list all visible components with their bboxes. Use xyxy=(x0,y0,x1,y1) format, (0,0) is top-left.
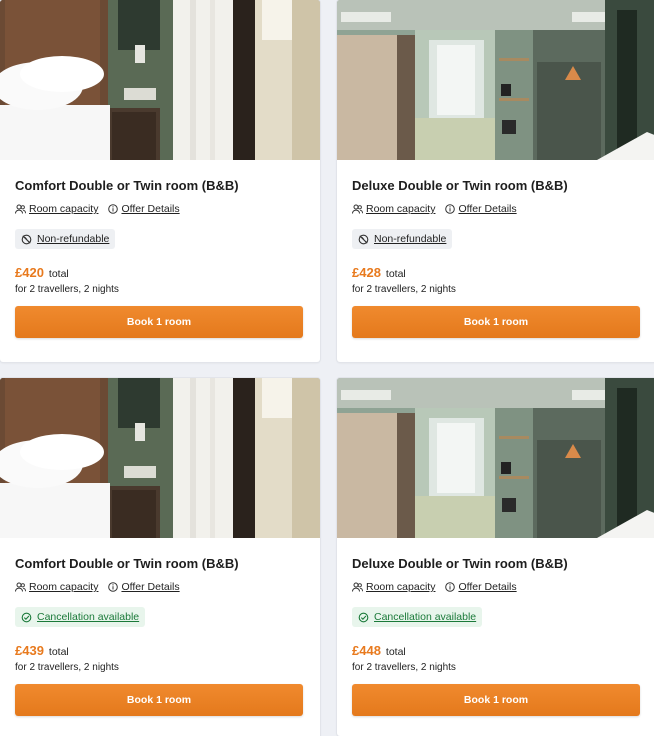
price-unit: total xyxy=(385,645,406,658)
no-refund-icon xyxy=(21,234,32,244)
info-icon xyxy=(108,204,119,214)
room-photo-deluxe[interactable] xyxy=(337,0,654,160)
room-offers-grid: Comfort Double or Twin room (B&B) Room c… xyxy=(0,0,654,736)
room-photo-comfort[interactable] xyxy=(0,378,320,538)
travellers-info: for 2 travellers, 2 nights xyxy=(15,283,119,295)
policy-label: Cancellation available xyxy=(37,611,140,623)
book-room-button[interactable]: Book 1 room xyxy=(352,305,640,338)
price: £420 xyxy=(15,264,44,280)
room-photo-comfort[interactable] xyxy=(0,0,320,160)
room-title: Comfort Double or Twin room (B&B) xyxy=(15,556,239,571)
room-capacity-link[interactable]: Room capacity xyxy=(15,581,98,593)
offer-details-label: Offer Details xyxy=(121,581,180,593)
room-photo-deluxe[interactable] xyxy=(337,378,654,538)
policy-label: Non-refundable xyxy=(374,233,447,245)
non-refundable-badge[interactable]: Non-refundable xyxy=(352,229,453,249)
no-refund-icon xyxy=(358,234,369,244)
cancellation-available-badge[interactable]: Cancellation available xyxy=(15,607,146,627)
offer-details-link[interactable]: Offer Details xyxy=(108,203,180,215)
price: £448 xyxy=(352,642,381,658)
book-room-button[interactable]: Book 1 room xyxy=(15,683,303,716)
travellers-info: for 2 travellers, 2 nights xyxy=(15,661,119,673)
room-capacity-link[interactable]: Room capacity xyxy=(15,203,98,215)
offer-details-label: Offer Details xyxy=(458,203,517,215)
travellers-info: for 2 travellers, 2 nights xyxy=(352,661,456,673)
info-icon xyxy=(445,582,456,592)
room-capacity-label: Room capacity xyxy=(366,581,436,593)
room-capacity-link[interactable]: Room capacity xyxy=(352,581,435,593)
room-offer-card: Deluxe Double or Twin room (B&B) Room ca… xyxy=(337,378,654,736)
people-icon xyxy=(352,582,363,592)
room-title: Deluxe Double or Twin room (B&B) xyxy=(352,556,568,571)
offer-details-link[interactable]: Offer Details xyxy=(445,581,517,593)
people-icon xyxy=(352,204,363,214)
room-title: Comfort Double or Twin room (B&B) xyxy=(15,178,239,193)
non-refundable-badge[interactable]: Non-refundable xyxy=(15,229,116,249)
people-icon xyxy=(15,204,26,214)
info-icon xyxy=(445,204,456,214)
room-capacity-label: Room capacity xyxy=(29,203,99,215)
offer-details-link[interactable]: Offer Details xyxy=(108,581,180,593)
price-unit: total xyxy=(48,267,69,280)
price-unit: total xyxy=(48,645,69,658)
room-offer-card: Comfort Double or Twin room (B&B) Room c… xyxy=(0,378,320,736)
travellers-info: for 2 travellers, 2 nights xyxy=(352,283,456,295)
room-title: Deluxe Double or Twin room (B&B) xyxy=(352,178,568,193)
room-offer-card: Deluxe Double or Twin room (B&B) Room ca… xyxy=(337,0,654,362)
policy-label: Cancellation available xyxy=(374,611,477,623)
offer-details-link[interactable]: Offer Details xyxy=(445,203,517,215)
room-capacity-label: Room capacity xyxy=(29,581,99,593)
check-circle-icon xyxy=(21,612,32,622)
offer-details-label: Offer Details xyxy=(458,581,517,593)
room-capacity-label: Room capacity xyxy=(366,203,436,215)
book-room-button[interactable]: Book 1 room xyxy=(352,683,640,716)
room-capacity-link[interactable]: Room capacity xyxy=(352,203,435,215)
cancellation-available-badge[interactable]: Cancellation available xyxy=(352,607,483,627)
check-circle-icon xyxy=(358,612,369,622)
people-icon xyxy=(15,582,26,592)
offer-details-label: Offer Details xyxy=(121,203,180,215)
book-room-button[interactable]: Book 1 room xyxy=(15,305,303,338)
room-offer-card: Comfort Double or Twin room (B&B) Room c… xyxy=(0,0,320,362)
policy-label: Non-refundable xyxy=(37,233,110,245)
price: £439 xyxy=(15,642,44,658)
price: £428 xyxy=(352,264,381,280)
info-icon xyxy=(108,582,119,592)
price-unit: total xyxy=(385,267,406,280)
